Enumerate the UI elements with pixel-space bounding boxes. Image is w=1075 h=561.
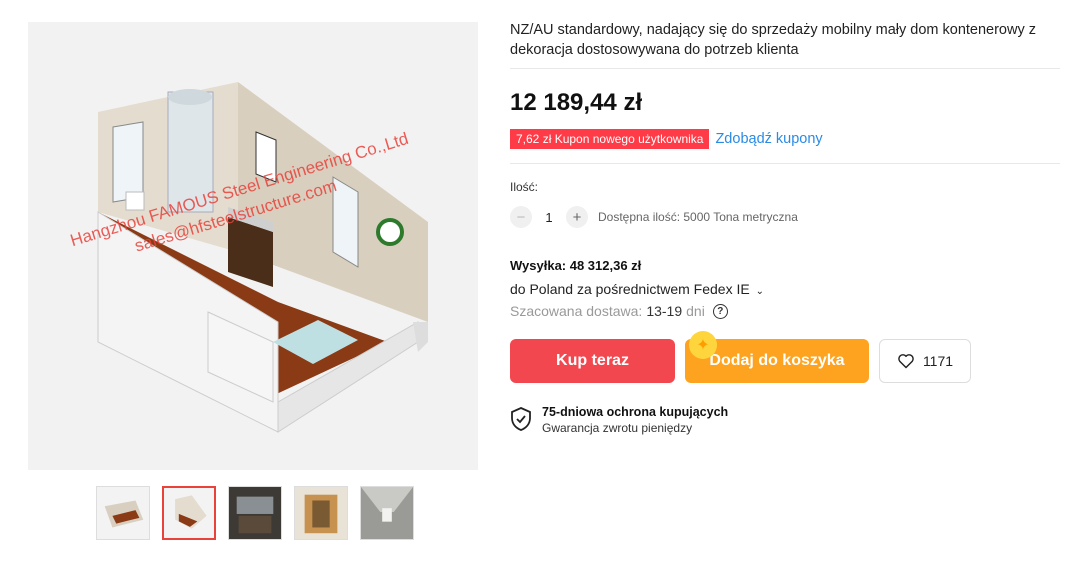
thumbnail-4[interactable]: [294, 486, 348, 540]
coupon-badge[interactable]: 7,62 zł Kupon nowego użytkownika: [510, 129, 710, 149]
divider: [510, 68, 1060, 69]
divider: [510, 163, 1060, 164]
get-coupons-link[interactable]: Zdobądź kupony: [715, 131, 822, 147]
decrease-quantity-button[interactable]: −: [510, 206, 532, 228]
delivery-estimate: Szacowana dostawa: 13-19 dni ?: [510, 303, 1060, 319]
thumbnail-1[interactable]: [96, 486, 150, 540]
quantity-label: Ilość:: [510, 180, 539, 194]
delivery-unit: dni: [686, 303, 705, 319]
wishlist-count: 1171: [922, 353, 954, 369]
thumbnail-strip: [96, 486, 414, 540]
quantity-value[interactable]: 1: [542, 210, 556, 225]
shipping-route: do Poland za pośrednictwem Fedex IE: [510, 281, 750, 297]
coupon-row: 7,62 zł Kupon nowego użytkownika Zdobądź…: [510, 129, 1060, 149]
product-info-panel: NZ/AU standardowy, nadający się do sprze…: [510, 20, 1060, 435]
product-title: NZ/AU standardowy, nadający się do sprze…: [510, 22, 1036, 58]
protection-title: 75-dniowa ochrona kupujących: [542, 405, 729, 419]
sparkle-icon: ✦: [689, 331, 717, 359]
help-icon[interactable]: ?: [712, 303, 728, 319]
shipping-route-selector[interactable]: do Poland za pośrednictwem Fedex IE ⌄: [510, 281, 1060, 297]
shipping-cost: Wysyłka: 48 312,36 zł: [510, 258, 642, 273]
product-price: 12 189,44 zł: [510, 89, 643, 116]
add-to-cart-button[interactable]: ✦ Dodaj do koszyka: [685, 331, 869, 383]
available-stock: Dostępna ilość: 5000 Tona metryczna: [598, 210, 798, 224]
thumbnail-5[interactable]: [360, 486, 414, 540]
thumbnail-2[interactable]: [162, 486, 216, 540]
main-product-image[interactable]: Hangzhou FAMOUS Steel Engineering Co.,Lt…: [28, 22, 478, 470]
delivery-days: 13-19: [646, 303, 683, 319]
add-to-cart-label: Dodaj do koszyka: [709, 352, 845, 369]
increase-quantity-button[interactable]: +: [566, 206, 588, 228]
buyer-protection: 75-dniowa ochrona kupujących Gwarancja z…: [510, 405, 1060, 435]
delivery-estimate-label: Szacowana dostawa:: [510, 303, 643, 319]
heart-icon: [898, 354, 914, 369]
thumbnail-3[interactable]: [228, 486, 282, 540]
shield-check-icon: [511, 407, 531, 431]
wishlist-button[interactable]: 1171: [879, 339, 971, 383]
protection-subtitle: Gwarancja zwrotu pieniędzy: [542, 421, 693, 435]
buy-now-button[interactable]: Kup teraz: [510, 339, 675, 383]
action-buttons: Kup teraz ✦ Dodaj do koszyka 1171: [510, 331, 1060, 383]
chevron-down-icon: ⌄: [755, 286, 764, 297]
quantity-stepper: − 1 + Dostępna ilość: 5000 Tona metryczn…: [510, 206, 1060, 228]
